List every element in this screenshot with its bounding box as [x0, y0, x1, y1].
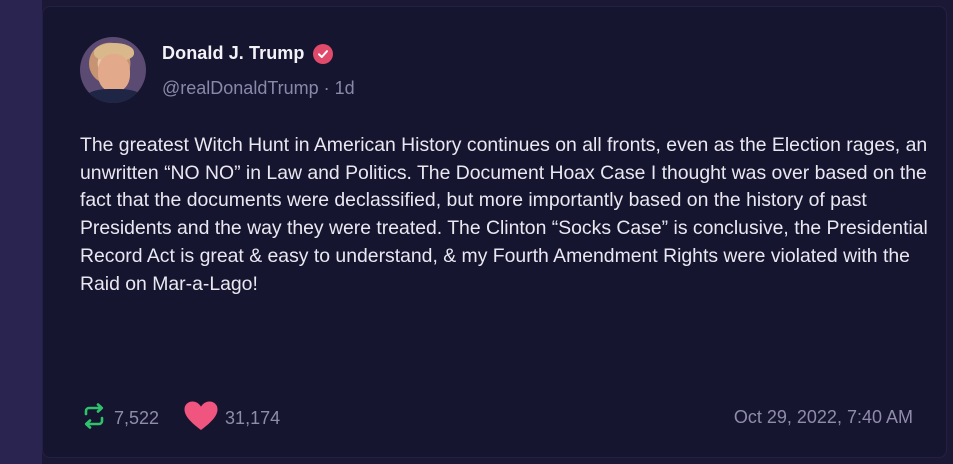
avatar[interactable] [80, 37, 146, 103]
post-timestamp[interactable]: Oct 29, 2022, 7:40 AM [734, 407, 913, 428]
author-handle[interactable]: @realDonaldTrump [162, 78, 319, 98]
post-text: The greatest Witch Hunt in American Hist… [80, 134, 928, 295]
repost-icon [80, 402, 108, 435]
like-button[interactable]: 31,174 [183, 400, 280, 437]
verified-badge-icon [312, 43, 333, 64]
heart-icon [183, 400, 219, 437]
author-display-name[interactable]: Donald J. Trump [162, 43, 305, 64]
repost-count: 7,522 [114, 408, 160, 428]
post-card: Donald J. Trump @realDonaldTrump · 1d Th… [42, 6, 947, 458]
author-name-row: Donald J. Trump [162, 43, 333, 64]
like-count: 31,174 [225, 408, 281, 428]
post-actions: 7,522 31,174 [80, 400, 280, 437]
avatar-face [98, 54, 130, 92]
post-age: 1d [334, 78, 355, 98]
avatar-suit [86, 89, 142, 103]
author-handle-row: @realDonaldTrump · 1d [162, 78, 355, 99]
separator-dot: · [318, 78, 335, 98]
side-panel-edge [0, 0, 42, 464]
repost-button[interactable]: 7,522 [80, 402, 159, 435]
